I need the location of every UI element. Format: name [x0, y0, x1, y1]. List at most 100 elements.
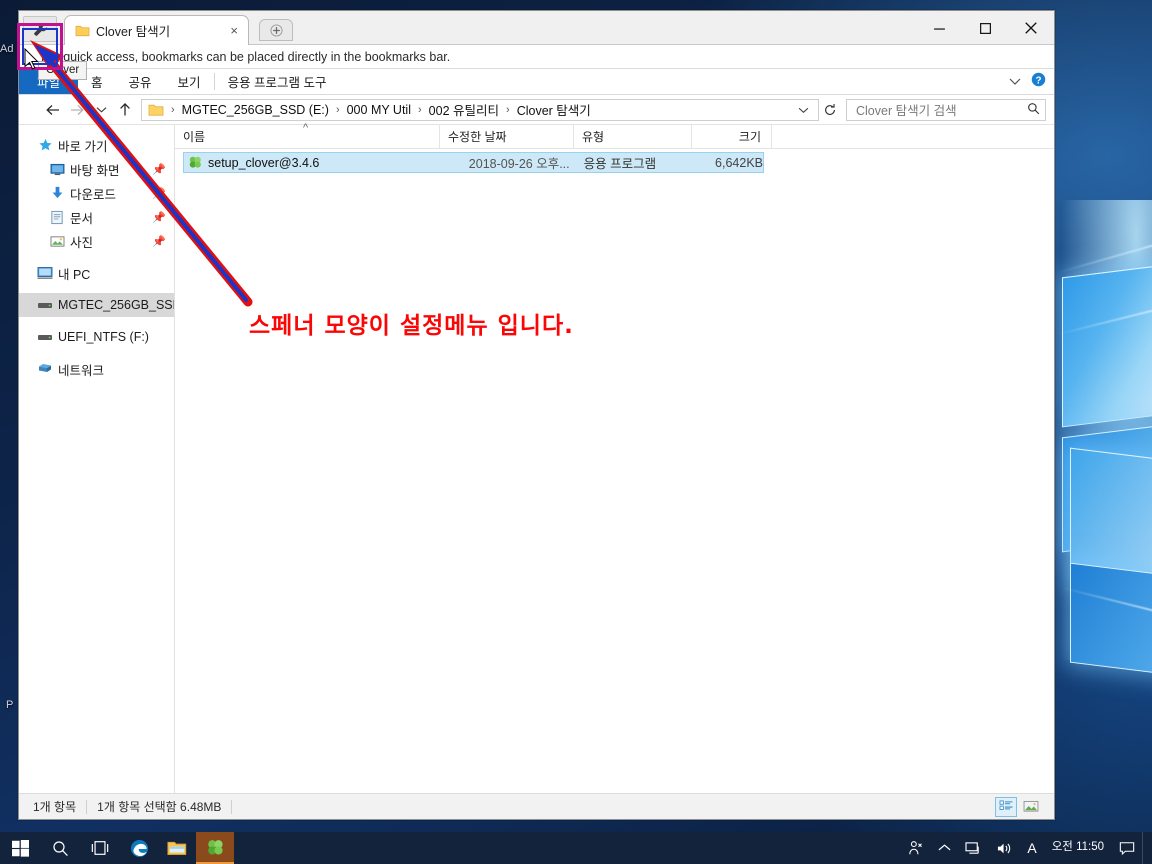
nav-item-desktop[interactable]: 바탕 화면 📌	[19, 157, 174, 181]
column-label: 크기	[738, 130, 761, 144]
settings-wrench-button[interactable]	[23, 16, 57, 42]
nav-item-this-pc[interactable]: 내 PC	[19, 261, 174, 285]
nav-label: 문서	[70, 211, 94, 226]
refresh-icon	[825, 103, 835, 115]
table-row[interactable]: setup_clover@3.4.6 2018-09-26 오후... 응용 프…	[183, 152, 764, 173]
wrench-icon	[33, 22, 47, 36]
file-rows-container: setup_clover@3.4.6 2018-09-26 오후... 응용 프…	[175, 149, 1054, 173]
taskbar-search-button[interactable]	[40, 832, 80, 864]
forward-button[interactable]	[65, 98, 89, 122]
people-button[interactable]	[901, 832, 931, 864]
minimize-button[interactable]	[916, 11, 962, 45]
taskbar-app-edge[interactable]	[120, 832, 158, 864]
column-header-size[interactable]: 크기	[692, 124, 772, 149]
clover-icon	[184, 155, 208, 170]
minimize-icon	[933, 27, 945, 30]
back-button[interactable]	[41, 98, 65, 122]
wallpaper-pane	[1070, 562, 1152, 678]
breadcrumb-separator: ›	[506, 103, 510, 116]
drive-icon	[35, 332, 55, 342]
nav-item-downloads[interactable]: 다운로드 📌	[19, 181, 174, 205]
browser-tab[interactable]: Clover 탐색기 ×	[64, 15, 249, 45]
window-controls	[916, 11, 1054, 45]
action-center-button[interactable]	[1112, 832, 1142, 864]
address-breadcrumb-bar[interactable]: › MGTEC_256GB_SSD (E:) › 000 MY Util › 0…	[141, 98, 819, 121]
volume-icon	[998, 843, 1011, 853]
ribbon-collapse-button[interactable]	[1009, 73, 1021, 91]
refresh-button[interactable]	[819, 103, 841, 117]
folder-icon	[75, 25, 90, 37]
network-icon	[965, 841, 980, 854]
taskbar-clock[interactable]: 오전 11:50	[1044, 832, 1112, 864]
folder-icon	[148, 104, 164, 116]
search-input[interactable]: Clover 탐색기 검색	[846, 98, 1046, 121]
nav-label: 바로 가기	[58, 139, 108, 154]
up-button[interactable]	[113, 98, 137, 122]
network-button[interactable]	[958, 832, 989, 864]
notification-icon	[1119, 841, 1135, 855]
details-view-icon	[999, 800, 1012, 810]
details-view-button[interactable]	[995, 796, 1017, 817]
desktop-icon-label: Ad	[0, 43, 14, 55]
tab-share[interactable]: 공유	[116, 69, 165, 94]
file-name-cell: setup_clover@3.4.6	[184, 155, 440, 170]
start-button[interactable]	[0, 832, 40, 864]
nav-label: 내 PC	[58, 267, 91, 282]
chevron-down-icon	[798, 107, 809, 113]
desktop-icon	[47, 163, 67, 176]
new-tab-button[interactable]	[259, 19, 293, 41]
address-bar-row: › MGTEC_256GB_SSD (E:) › 000 MY Util › 0…	[19, 95, 1054, 125]
breadcrumb-item-0[interactable]: MGTEC_256GB_SSD (E:)	[179, 103, 332, 117]
task-view-button[interactable]	[80, 832, 120, 864]
column-header-name[interactable]: 이름 ^	[175, 122, 440, 149]
nav-label: 네트워크	[58, 363, 105, 378]
recent-locations-button[interactable]	[89, 98, 113, 122]
breadcrumb-item-2[interactable]: 002 유틸리티	[426, 100, 502, 119]
taskbar-app-file-explorer[interactable]	[158, 832, 196, 864]
nav-item-mgtec-ssd[interactable]: MGTEC_256GB_SSD	[19, 293, 174, 317]
tab-view[interactable]: 보기	[165, 69, 214, 94]
tab-close-icon[interactable]: ×	[226, 23, 242, 38]
file-type-cell: 응용 프로그램	[583, 157, 657, 171]
close-button[interactable]	[1008, 11, 1054, 45]
breadcrumb-item-1[interactable]: 000 MY Util	[344, 103, 414, 117]
nav-item-pictures[interactable]: 사진 📌	[19, 229, 174, 253]
status-item-count: 1개 항목	[33, 800, 77, 814]
search-icon[interactable]	[1027, 102, 1040, 118]
nav-label: 사진	[70, 235, 94, 250]
taskbar-app-clover[interactable]	[196, 832, 234, 864]
picture-icon	[47, 235, 67, 248]
large-icons-view-button[interactable]	[1020, 797, 1042, 817]
address-dropdown-button[interactable]	[791, 103, 816, 117]
status-selection-info: 1개 항목 선택함 6.48MB	[97, 800, 222, 814]
nav-item-quick-access[interactable]: 바로 가기	[19, 133, 174, 157]
chevron-down-icon	[1009, 78, 1021, 85]
navigation-pane: 바로 가기 바탕 화면 📌 다운로드 📌 문서 📌 사진 📌 내 PC MGTE…	[19, 125, 175, 793]
column-header-type[interactable]: 유형	[574, 124, 692, 149]
column-header-date[interactable]: 수정한 날짜	[440, 124, 574, 149]
search-placeholder: Clover 탐색기 검색	[856, 104, 957, 118]
column-label: 이름	[183, 130, 206, 144]
maximize-button[interactable]	[962, 11, 1008, 45]
document-icon	[47, 210, 67, 225]
help-icon: ?	[1031, 72, 1046, 86]
ime-indicator[interactable]: A	[1020, 832, 1043, 864]
help-button[interactable]: ?	[1031, 72, 1046, 92]
volume-button[interactable]	[989, 832, 1020, 864]
tab-application-tools[interactable]: 응용 프로그램 도구	[215, 69, 340, 94]
bookmarks-bar[interactable]: For quick access, bookmarks can be place…	[19, 45, 1054, 69]
ribbon-tabs: 파일 홈 공유 보기 응용 프로그램 도구 ?	[19, 69, 1054, 95]
large-icons-view-icon	[1023, 800, 1039, 812]
show-desktop-button[interactable]	[1142, 832, 1150, 864]
nav-item-network[interactable]: 네트워크	[19, 357, 174, 381]
file-name: setup_clover@3.4.6	[208, 155, 320, 170]
nav-item-documents[interactable]: 문서 📌	[19, 205, 174, 229]
status-bar: 1개 항목 1개 항목 선택함 6.48MB	[19, 793, 1054, 819]
breadcrumb-item-3[interactable]: Clover 탐색기	[514, 100, 594, 119]
breadcrumb-separator: ›	[171, 103, 175, 116]
show-hidden-icons-button[interactable]	[931, 832, 958, 864]
column-label: 유형	[582, 130, 605, 144]
nav-item-uefi-ntfs[interactable]: UEFI_NTFS (F:)	[19, 325, 174, 349]
drive-icon	[35, 300, 55, 310]
